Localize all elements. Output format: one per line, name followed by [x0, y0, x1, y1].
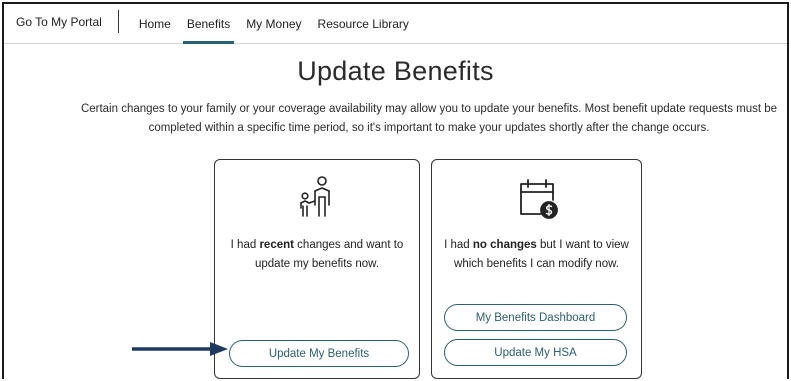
parent-child-icon: [291, 172, 343, 224]
tab-home[interactable]: Home: [131, 4, 179, 43]
my-benefits-dashboard-button[interactable]: My Benefits Dashboard: [444, 304, 627, 331]
update-my-hsa-button[interactable]: Update My HSA: [444, 339, 627, 366]
recent-changes-text: I had recent changes and want to update …: [230, 239, 404, 270]
tab-benefits[interactable]: Benefits: [179, 4, 238, 44]
pointer-arrow-icon: [132, 342, 228, 356]
tab-resource-library[interactable]: Resource Library: [310, 4, 417, 43]
top-nav: Go To My Portal Home Benefits My Money R…: [4, 4, 787, 44]
recent-changes-card: I had recent changes and want to update …: [214, 159, 420, 379]
tab-my-money[interactable]: My Money: [238, 4, 309, 43]
calendar-dollar-icon: [511, 172, 563, 224]
app-window: Go To My Portal Home Benefits My Money R…: [2, 2, 789, 379]
page-title: Update Benefits: [297, 56, 494, 86]
nav-tabs: Home Benefits My Money Resource Library: [131, 4, 417, 44]
intro-text: Certain changes to your family or your c…: [80, 103, 778, 134]
no-changes-text: I had no changes but I want to view whic…: [444, 239, 629, 270]
no-changes-card: I had no changes but I want to view whic…: [431, 159, 642, 379]
update-my-benefits-button[interactable]: Update My Benefits: [229, 340, 409, 367]
go-to-portal-link[interactable]: Go To My Portal: [4, 10, 119, 33]
